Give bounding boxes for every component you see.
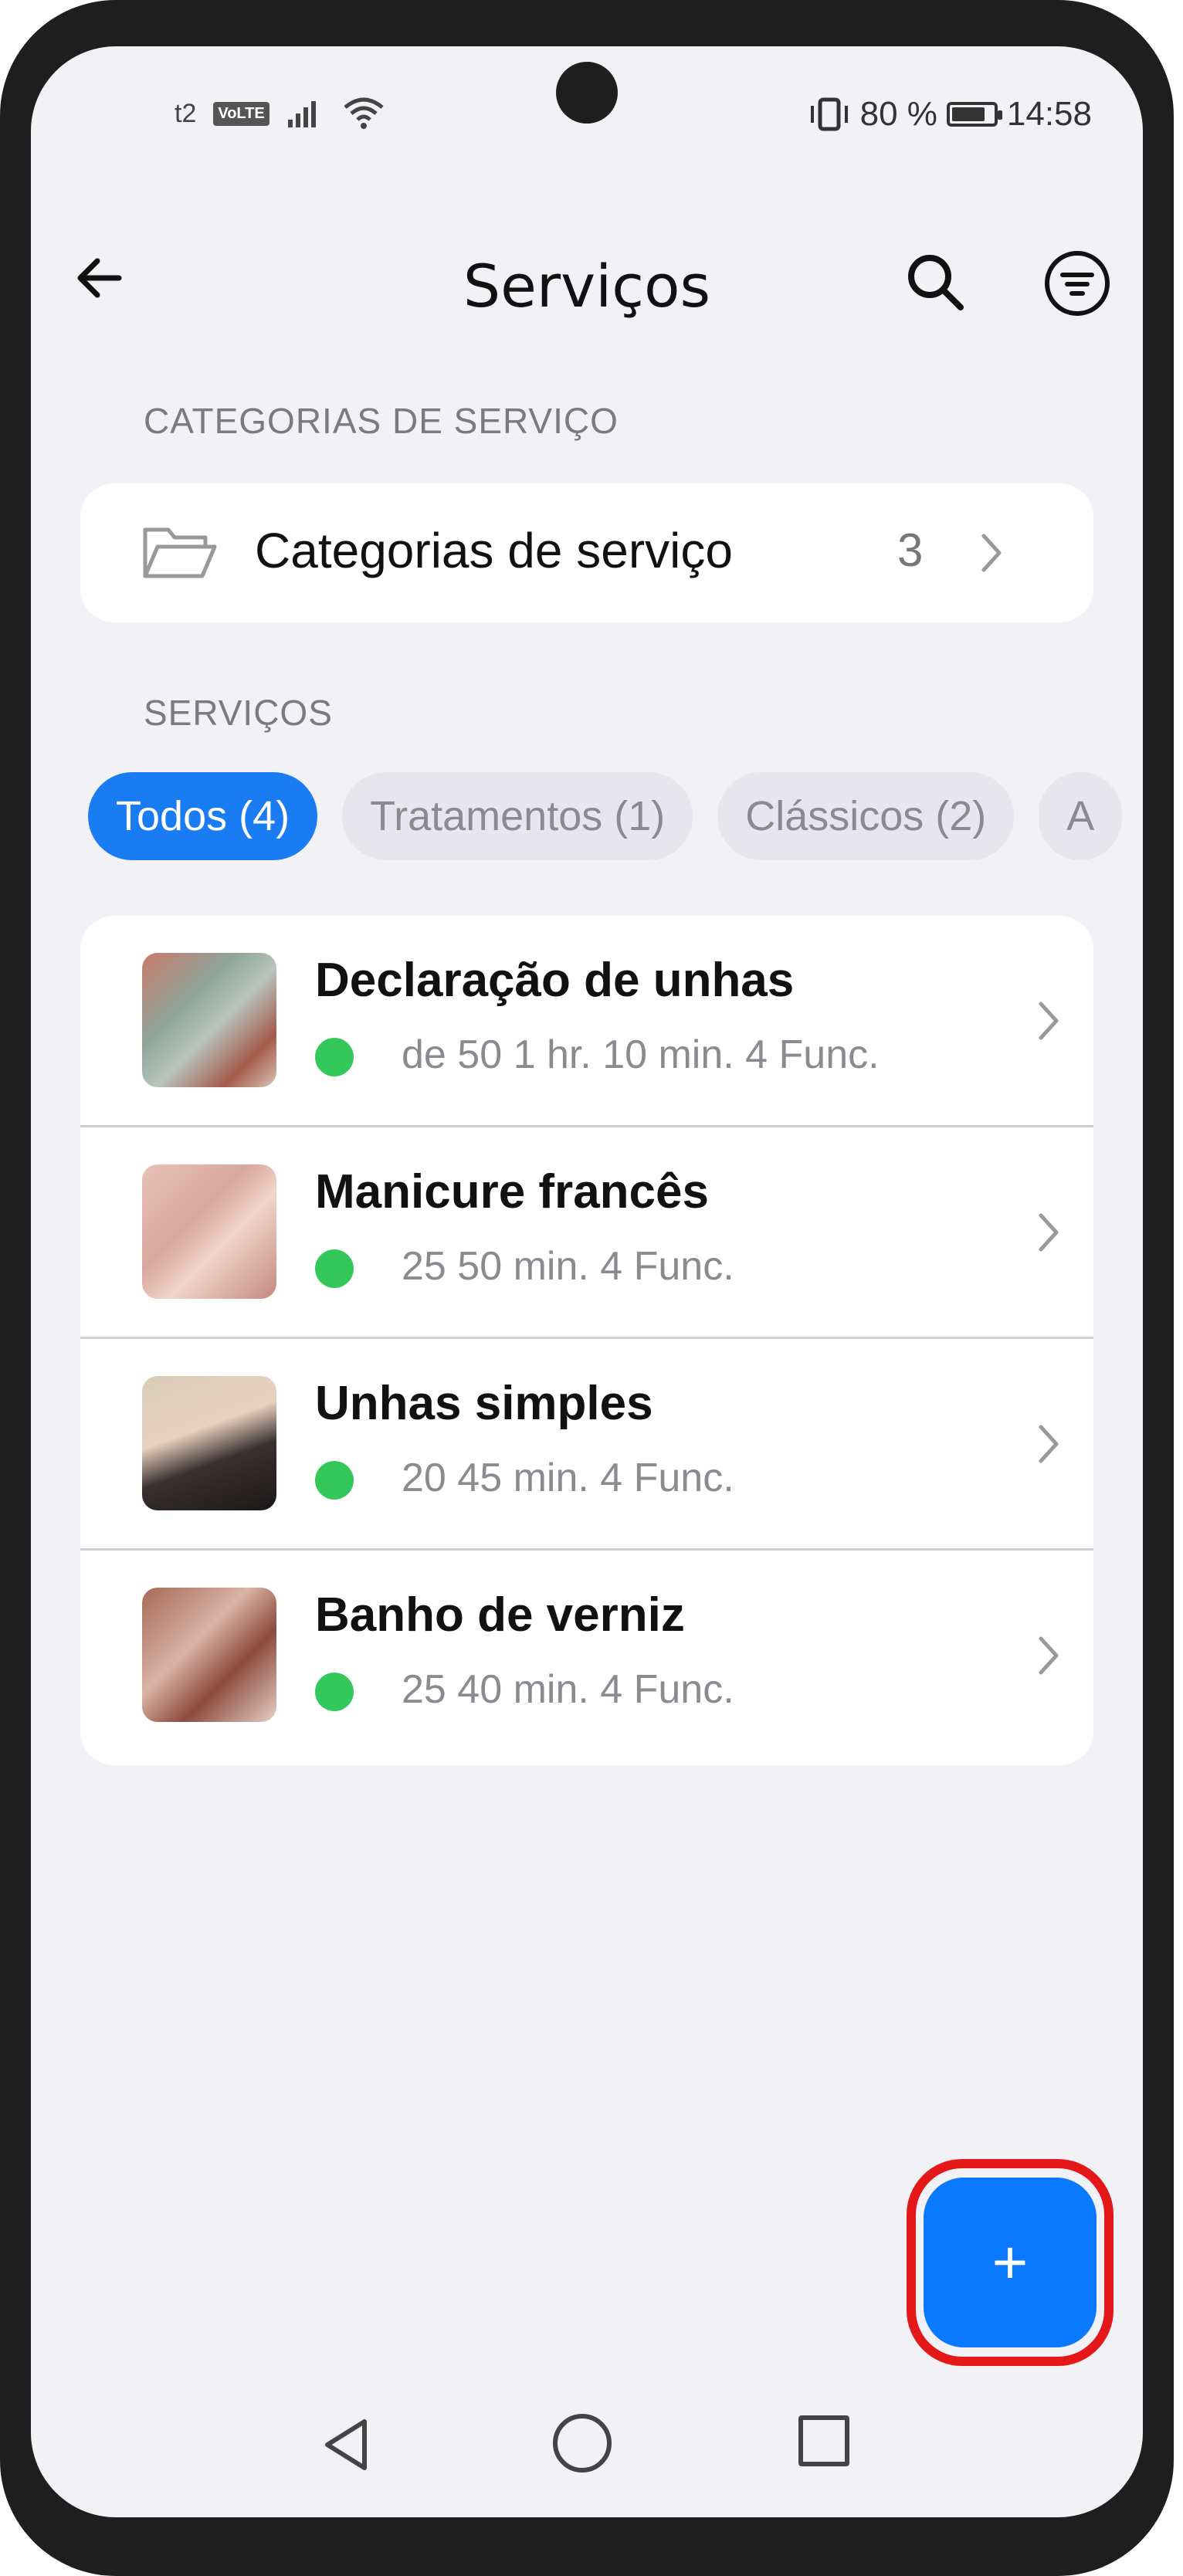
categories-section-label: CATEGORIAS DE SERVIÇO [144,401,619,441]
status-dot [315,1038,354,1076]
chevron-right-icon [1039,1636,1059,1675]
service-name: Unhas simples [315,1377,653,1430]
power-button [1163,965,1174,1135]
service-filter-chips: Todos (4) Tratamentos (1) Clássicos (2) … [88,772,1123,860]
chip-classics[interactable]: Clássicos (2) [717,772,1015,860]
chevron-right-icon [981,534,1002,572]
service-meta: 25 40 min. 4 Func. [402,1667,734,1712]
categories-card-label: Categorias de serviço [255,523,733,578]
service-meta: 25 50 min. 4 Func. [402,1244,734,1289]
status-dot [315,1673,354,1711]
chip-more[interactable]: A [1039,772,1123,860]
categories-count: 3 [897,524,924,576]
services-list: Declaração de unhas de 50 1 hr. 10 min. … [80,916,1093,1765]
service-name: Banho de verniz [315,1588,685,1642]
battery-icon [946,102,1002,127]
service-name: Manicure francês [315,1165,709,1219]
list-item[interactable]: Unhas simples 20 45 min. 4 Func. [80,1339,1093,1551]
service-meta: de 50 1 hr. 10 min. 4 Func. [402,1032,880,1077]
add-service-button[interactable]: + [924,2178,1097,2347]
screen: t2 VoLTE 80 % 14:58 Serviços CATEGORIAS … [31,46,1143,2517]
service-meta: 20 45 min. 4 Func. [402,1456,734,1500]
chip-all[interactable]: Todos (4) [88,772,318,860]
chevron-right-icon [1039,1002,1059,1040]
status-dot [315,1249,354,1288]
chevron-right-icon [1039,1213,1059,1252]
service-categories-card[interactable]: Categorias de serviço 3 [80,483,1093,622]
status-bar-right: 80 % 14:58 [808,93,1092,136]
status-bar-left: t2 VoLTE [175,94,385,133]
volume-button [1163,471,1174,795]
service-thumbnail [142,1588,276,1722]
nav-home-icon[interactable] [553,2414,612,2473]
vibrate-icon [810,97,848,131]
page-title: Serviços [463,252,711,320]
chip-treatments[interactable]: Tratamentos (1) [342,772,693,860]
battery-percent: 80 % [859,95,937,133]
service-thumbnail [142,1164,276,1299]
chevron-right-icon [1039,1425,1059,1463]
volte-badge: VoLTE [213,101,269,126]
services-section-label: SERVIÇOS [144,693,333,733]
list-item[interactable]: Banho de verniz 25 40 min. 4 Func. [80,1551,1093,1762]
search-icon[interactable] [900,247,970,317]
signal-icon [287,101,316,127]
front-camera [556,62,618,124]
app-header: Serviços [31,216,1143,332]
status-dot [315,1461,354,1500]
service-thumbnail [142,1376,276,1510]
phone-frame: t2 VoLTE 80 % 14:58 Serviços CATEGORIAS … [0,0,1174,2576]
service-thumbnail [142,953,276,1087]
nav-recents-icon[interactable] [798,2415,849,2466]
system-nav-bar [31,2409,1143,2494]
list-item[interactable]: Manicure francês 25 50 min. 4 Func. [80,1127,1093,1339]
clock: 14:58 [1006,95,1092,133]
folder-icon [143,527,217,578]
wifi-icon [344,97,384,129]
filter-icon[interactable] [1042,249,1112,318]
service-name: Declaração de unhas [315,954,795,1007]
nav-back-icon[interactable] [317,2414,378,2476]
list-item[interactable]: Declaração de unhas de 50 1 hr. 10 min. … [80,916,1093,1127]
carrier-label: t2 [175,98,197,128]
